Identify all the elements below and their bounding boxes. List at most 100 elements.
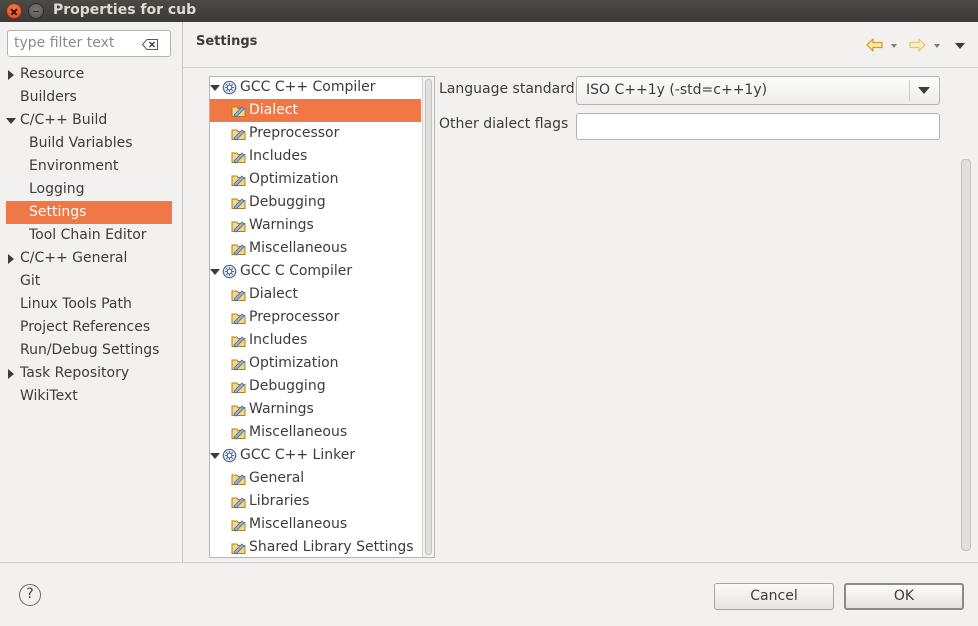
- back-history-dropdown-icon[interactable]: [891, 44, 897, 48]
- expanded-arrow-icon[interactable]: [6, 118, 16, 124]
- tree-scrollbar[interactable]: [422, 77, 434, 557]
- back-arrow-icon[interactable]: [866, 38, 884, 52]
- sidebar-item-label: Environment: [29, 158, 119, 174]
- collapsed-arrow-icon[interactable]: [8, 254, 14, 264]
- option-category-icon: [231, 195, 246, 210]
- sidebar-item-label: Settings: [29, 204, 87, 220]
- sidebar-item-label: C/C++ General: [20, 250, 128, 266]
- close-window-icon[interactable]: [6, 3, 22, 19]
- option-category-icon: [231, 126, 246, 141]
- sidebar-item[interactable]: Environment: [29, 155, 118, 178]
- sidebar-item[interactable]: Builders: [20, 86, 77, 109]
- sidebar-item-label: Task Repository: [20, 365, 130, 381]
- main-scrollbar[interactable]: [958, 74, 974, 558]
- option-category-icon: [231, 471, 246, 486]
- tree-tool-item[interactable]: GCC C++ Compiler: [240, 76, 376, 99]
- tree-option-item[interactable]: General: [249, 467, 304, 490]
- view-menu-icon[interactable]: [955, 43, 965, 49]
- filter-field[interactable]: [7, 30, 171, 57]
- option-category-icon: [231, 494, 246, 509]
- sidebar-item-label: Build Variables: [29, 135, 133, 151]
- option-category-icon: [231, 540, 246, 555]
- sidebar-item-label: C/C++ Build: [20, 112, 108, 128]
- sidebar-item[interactable]: Run/Debug Settings: [20, 339, 159, 362]
- tree-option-item[interactable]: Shared Library Settings: [249, 536, 414, 559]
- sidebar-item[interactable]: Linux Tools Path: [20, 293, 132, 316]
- option-category-icon: [231, 517, 246, 532]
- header-divider: [183, 67, 978, 68]
- option-category-icon: [231, 333, 246, 348]
- cancel-button[interactable]: Cancel: [714, 583, 834, 610]
- sidebar-item[interactable]: Settings: [29, 201, 86, 224]
- sidebar-item[interactable]: Logging: [29, 178, 85, 201]
- tree-scrollbar-thumb[interactable]: [425, 79, 432, 555]
- expanded-arrow-icon[interactable]: [210, 85, 220, 91]
- option-category-icon: [231, 310, 246, 325]
- tree-tool-item[interactable]: GCC C++ Linker: [240, 444, 355, 467]
- sidebar-item[interactable]: Resource: [8, 63, 85, 86]
- tree-option-item[interactable]: Miscellaneous: [249, 513, 347, 536]
- sidebar-item-label: Builders: [20, 89, 77, 105]
- tree-option-item[interactable]: Optimization: [249, 168, 339, 191]
- tree-option-item[interactable]: Warnings: [249, 398, 314, 421]
- option-category-icon: [231, 172, 246, 187]
- collapsed-arrow-icon[interactable]: [8, 70, 14, 80]
- title-bar: Properties for cub: [0, 0, 978, 22]
- sidebar-item-label: Project References: [20, 319, 151, 335]
- clear-filter-icon[interactable]: [142, 39, 158, 50]
- tree-option-item[interactable]: Debugging: [249, 191, 326, 214]
- tree-option-item[interactable]: Debugging: [249, 375, 326, 398]
- sidebar-item[interactable]: Project References: [20, 316, 150, 339]
- tree-option-item[interactable]: Dialect: [249, 283, 298, 306]
- help-icon[interactable]: ?: [19, 584, 41, 606]
- minimize-window-icon[interactable]: [28, 3, 44, 19]
- forward-arrow-icon[interactable]: [908, 38, 926, 52]
- other-dialect-flags-field[interactable]: [576, 113, 940, 140]
- chevron-down-icon[interactable]: [909, 80, 939, 101]
- sidebar-item-label: Linux Tools Path: [20, 296, 132, 312]
- tool-gear-icon: [222, 448, 237, 463]
- ok-button[interactable]: OK: [844, 583, 964, 610]
- main-scrollbar-thumb[interactable]: [961, 159, 971, 551]
- language-standard-value: ISO C++1y (-std=c++1y): [586, 82, 768, 98]
- sidebar-item-label: Tool Chain Editor: [29, 227, 147, 243]
- page-title: Settings: [196, 34, 258, 49]
- tree-tool-item[interactable]: GCC C Compiler: [240, 260, 352, 283]
- tree-option-item[interactable]: Miscellaneous: [249, 421, 347, 444]
- sidebar-item-label: Git: [20, 273, 41, 289]
- tree-option-item[interactable]: Includes: [249, 145, 307, 168]
- sidebar-item[interactable]: Build Variables: [29, 132, 133, 155]
- sidebar-item-label: Run/Debug Settings: [20, 342, 160, 358]
- collapsed-arrow-icon[interactable]: [8, 369, 14, 379]
- option-category-icon: [231, 425, 246, 440]
- sidebar-item[interactable]: WikiText: [20, 385, 78, 408]
- sidebar-item[interactable]: C/C++ Build: [6, 109, 108, 132]
- tree-option-item[interactable]: Preprocessor: [249, 306, 339, 329]
- sidebar-item[interactable]: Task Repository: [8, 362, 130, 385]
- filter-input[interactable]: [14, 35, 139, 51]
- tree-option-item[interactable]: Preprocessor: [249, 122, 339, 145]
- tree-option-item[interactable]: Warnings: [249, 214, 314, 237]
- sidebar-item-label: Logging: [29, 181, 85, 197]
- tree-option-item[interactable]: Optimization: [249, 352, 339, 375]
- sidebar-item[interactable]: Tool Chain Editor: [29, 224, 147, 247]
- tree-option-item[interactable]: Libraries: [249, 490, 309, 513]
- expanded-arrow-icon[interactable]: [210, 453, 220, 459]
- forward-history-dropdown-icon[interactable]: [934, 44, 940, 48]
- language-standard-label: Language standard: [439, 81, 575, 97]
- option-category-icon: [231, 287, 246, 302]
- tree-option-item[interactable]: Dialect: [249, 99, 298, 122]
- panel-divider[interactable]: [182, 22, 183, 562]
- tree-option-item[interactable]: Miscellaneous: [249, 237, 347, 260]
- option-category-icon: [231, 402, 246, 417]
- sidebar-item-label: Resource: [20, 66, 85, 82]
- sidebar-item[interactable]: Git: [20, 270, 40, 293]
- sidebar-item[interactable]: C/C++ General: [8, 247, 128, 270]
- tool-gear-icon: [222, 80, 237, 95]
- tree-option-item[interactable]: Includes: [249, 329, 307, 352]
- option-category-icon: [231, 379, 246, 394]
- other-dialect-flags-input[interactable]: [577, 114, 939, 139]
- option-category-icon: [231, 103, 246, 118]
- expanded-arrow-icon[interactable]: [210, 269, 220, 275]
- language-standard-select[interactable]: ISO C++1y (-std=c++1y): [576, 76, 940, 105]
